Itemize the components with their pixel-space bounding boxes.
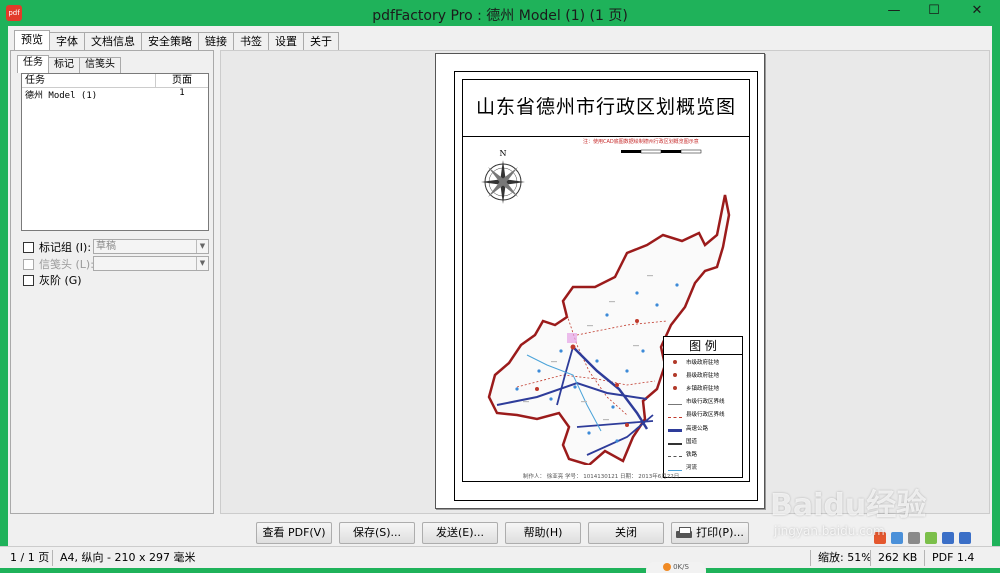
speed-icon	[663, 563, 672, 571]
scale-bar	[621, 149, 702, 154]
network-icon[interactable]	[891, 532, 903, 544]
left-subtabs: 任务 标记 信笺头	[17, 55, 121, 73]
chevron-down-icon[interactable]: ▼	[196, 240, 208, 253]
legend-item: 县级行政区界线	[664, 408, 742, 421]
preview-pane[interactable]: 山东省德州市行政区划概览图 注：使用CAD底图数据绘制德州行政区划概览图示意 N…	[220, 50, 990, 514]
grayscale-checkbox[interactable]	[23, 274, 34, 286]
status-divider	[52, 550, 53, 566]
client-area: 预览 字体 文档信息 安全策略 链接 书签 设置 关于 任务 标记 信笺头 任务…	[8, 26, 992, 546]
county-boundary-icon	[668, 416, 682, 418]
markgroup-label: 标记组 (I):	[39, 241, 92, 254]
app-window: pdf pdfFactory Pro : 德州 Model (1) (1 页) …	[0, 0, 1000, 573]
map-footer: 制作人： 徐亚亮 学号： 1014130121 日期： 2013年6月22日	[523, 474, 680, 480]
markgroup-select[interactable]: 草稿 ▼	[93, 239, 209, 254]
tab-links[interactable]: 链接	[198, 32, 234, 52]
legend-title: 图 例	[664, 337, 742, 355]
national-road-icon	[668, 442, 682, 445]
pages-column-header[interactable]: 页面	[156, 74, 208, 87]
tab-preview[interactable]: 预览	[14, 30, 50, 52]
tab-fonts[interactable]: 字体	[49, 32, 85, 52]
task-row[interactable]: 德州 Model (1) 1	[22, 88, 208, 101]
main-tabs: 预览 字体 文档信息 安全策略 链接 书签 设置 关于	[14, 30, 339, 52]
river-icon	[668, 469, 682, 471]
paper-size: A4, 纵向 - 210 x 297 毫米	[60, 551, 196, 564]
tab-document-info[interactable]: 文档信息	[84, 32, 142, 52]
town-seat-icon	[668, 385, 682, 391]
maximize-button[interactable]: ☐	[914, 0, 954, 24]
letterhead-select: ▼	[93, 256, 209, 271]
map-title: 山东省德州市行政区划概览图	[475, 96, 736, 118]
grayscale-option[interactable]: 灰阶 (G)	[23, 272, 82, 288]
legend-item: 国道	[664, 434, 742, 447]
legend-item: 县级政府驻地	[664, 368, 742, 381]
system-tray	[874, 532, 971, 544]
volume-icon[interactable]	[908, 532, 920, 544]
minimize-button[interactable]: —	[874, 0, 914, 24]
legend-item: 市级政府驻地	[664, 355, 742, 368]
close-window-button[interactable]: ✕	[954, 0, 1000, 24]
input-method-icon[interactable]	[874, 532, 886, 544]
subtab-letterhead[interactable]: 信笺头	[79, 57, 121, 73]
map-frame-outer: 山东省德州市行政区划概览图 注：使用CAD底图数据绘制德州行政区划概览图示意 N…	[454, 71, 758, 501]
window-title: pdfFactory Pro : 德州 Model (1) (1 页)	[372, 8, 628, 24]
page-preview: 山东省德州市行政区划概览图 注：使用CAD底图数据绘制德州行政区划概览图示意 N…	[435, 53, 765, 509]
status-divider	[810, 550, 811, 566]
map-legend: 图 例 市级政府驻地 县级政府驻地 乡镇政府驻地 市级行政区界线 县级行政区界线…	[663, 336, 743, 478]
network-speed-badge[interactable]: 0K/S	[646, 562, 706, 573]
save-button[interactable]: 保存(S)...	[339, 522, 415, 544]
security-icon[interactable]	[925, 532, 937, 544]
status-divider	[870, 550, 871, 566]
tab-security[interactable]: 安全策略	[141, 32, 199, 52]
letterhead-checkbox	[23, 258, 34, 270]
printer-icon	[676, 527, 693, 539]
subtab-marks[interactable]: 标记	[48, 57, 80, 73]
help-button[interactable]: 帮助(H)	[505, 522, 581, 544]
wrench-icon[interactable]	[959, 532, 971, 544]
zoom-level: 缩放: 51%	[818, 551, 872, 564]
upload-icon[interactable]	[942, 532, 954, 544]
send-button[interactable]: 发送(E)...	[422, 522, 498, 544]
subtab-tasks[interactable]: 任务	[17, 55, 49, 73]
chevron-down-icon: ▼	[196, 257, 208, 270]
action-buttons: 查看 PDF(V) 保存(S)... 发送(E)... 帮助(H) 关闭 打印(…	[256, 522, 749, 544]
compass-north-label: N	[500, 149, 507, 158]
map-frame: 山东省德州市行政区划概览图 注：使用CAD底图数据绘制德州行政区划概览图示意 N…	[462, 79, 750, 482]
status-divider	[924, 550, 925, 566]
city-boundary-icon	[668, 403, 682, 405]
legend-item: 铁路	[664, 447, 742, 460]
legend-item: 乡镇政府驻地	[664, 381, 742, 394]
tab-settings[interactable]: 设置	[268, 32, 304, 52]
task-list-header: 任务 页面	[22, 74, 208, 88]
task-pages: 1	[179, 88, 185, 98]
markgroup-option[interactable]: 标记组 (I):	[23, 239, 91, 255]
markgroup-checkbox[interactable]	[23, 241, 34, 253]
tab-about[interactable]: 关于	[303, 32, 339, 52]
title-divider	[463, 136, 749, 137]
letterhead-label: 信笺头 (L):	[39, 258, 94, 271]
tab-bookmarks[interactable]: 书签	[233, 32, 269, 52]
markgroup-value: 草稿	[96, 241, 116, 252]
title-bar[interactable]: pdf pdfFactory Pro : 德州 Model (1) (1 页) …	[0, 0, 1000, 26]
task-name: 德州 Model (1)	[25, 91, 98, 101]
print-button[interactable]: 打印(P)...	[671, 522, 749, 544]
pdf-version: PDF 1.4	[932, 551, 975, 564]
task-column-header[interactable]: 任务	[22, 74, 156, 87]
letterhead-option: 信笺头 (L):	[23, 256, 94, 272]
map-subtitle: 注：使用CAD底图数据绘制德州行政区划概览图示意	[583, 139, 699, 145]
page-counter: 1 / 1 页	[10, 551, 50, 564]
railway-icon	[668, 456, 682, 458]
print-label: 打印(P)...	[696, 526, 744, 539]
status-bar: 1 / 1 页 A4, 纵向 - 210 x 297 毫米 缩放: 51% 26…	[0, 546, 1000, 568]
highway-icon	[668, 429, 682, 433]
legend-item: 市级行政区界线	[664, 395, 742, 408]
city-seat-icon	[668, 359, 682, 365]
county-seat-icon	[668, 372, 682, 378]
view-pdf-button[interactable]: 查看 PDF(V)	[256, 522, 332, 544]
file-size: 262 KB	[878, 551, 918, 564]
task-list[interactable]: 任务 页面 德州 Model (1) 1	[21, 73, 209, 231]
close-button[interactable]: 关闭	[588, 522, 664, 544]
legend-item: 高速公路	[664, 421, 742, 434]
left-panel: 任务 标记 信笺头 任务 页面 德州 Model (1) 1 标记组 (I):	[10, 50, 214, 514]
grayscale-label: 灰阶 (G)	[39, 274, 82, 287]
